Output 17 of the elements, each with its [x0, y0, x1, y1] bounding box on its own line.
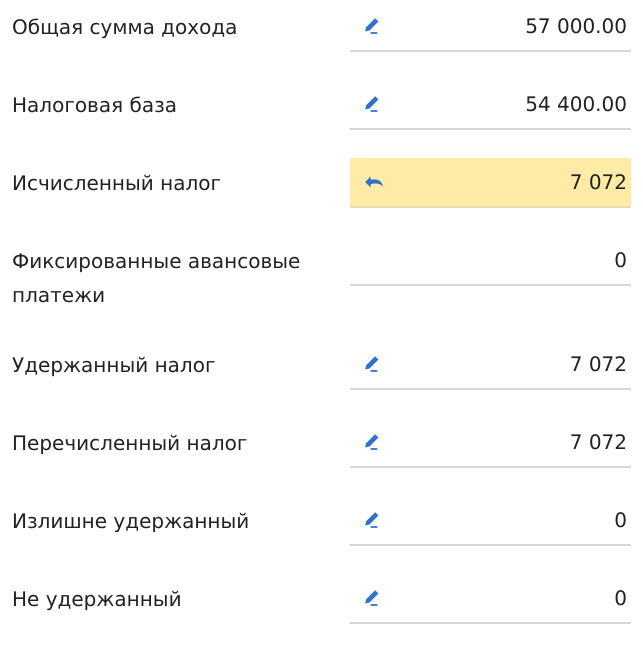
field-label: Излишне удержанный: [11, 508, 250, 535]
field-label: Фиксированные авансовые платежи: [11, 248, 302, 309]
amount-field[interactable]: 7 072: [350, 418, 631, 468]
amount-field[interactable]: 7 072: [350, 340, 631, 390]
amount-field[interactable]: 0: [350, 496, 631, 546]
field-label: Налоговая база: [11, 92, 178, 119]
amount-field[interactable]: 0: [350, 236, 631, 286]
field-label: Общая сумма дохода: [11, 14, 238, 41]
field-label: Удержанный налог: [11, 352, 216, 379]
amount-field[interactable]: 54 400.00: [350, 80, 631, 130]
field-label: Исчисленный налог: [11, 170, 222, 197]
field-label: Перечисленный налог: [11, 430, 248, 457]
undo-icon: [364, 174, 384, 190]
amount-field[interactable]: 7 072: [350, 158, 631, 208]
field-label: Не удержанный: [11, 586, 183, 613]
amount-field[interactable]: 0: [350, 574, 631, 624]
amount-field[interactable]: 57 000.00: [350, 2, 631, 52]
